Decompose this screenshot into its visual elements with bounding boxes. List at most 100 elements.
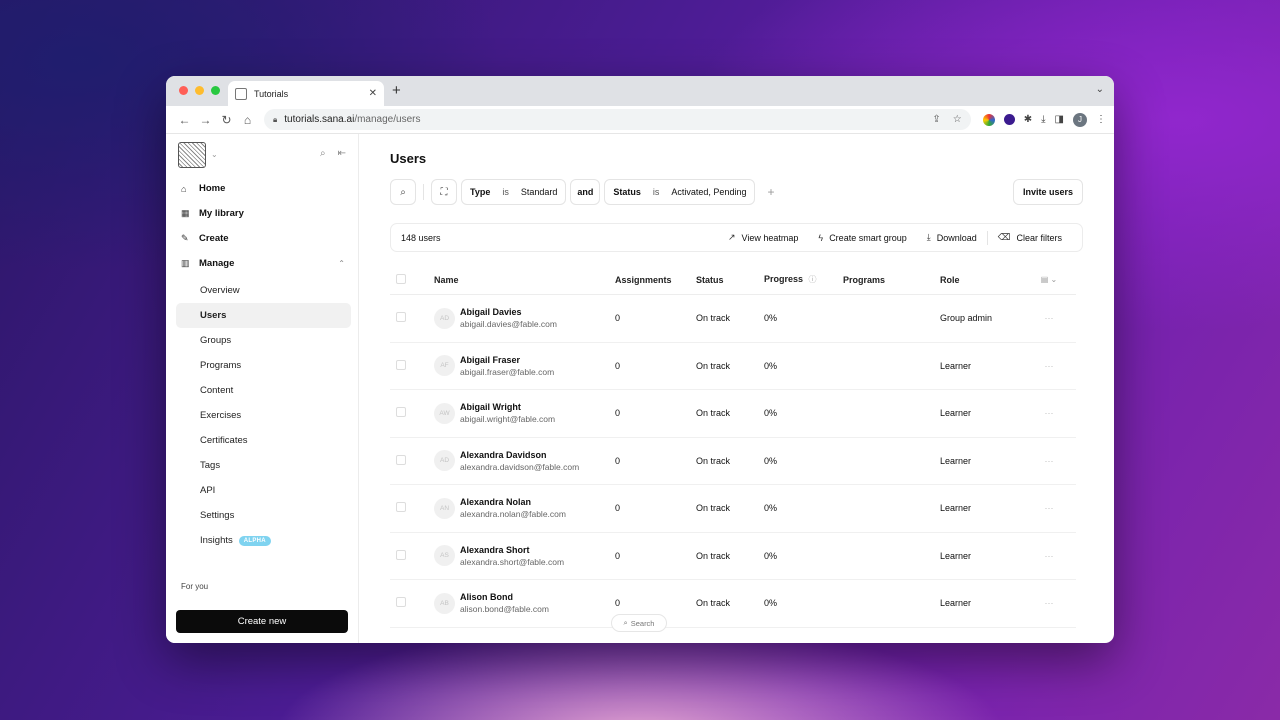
- minimize-window-button[interactable]: [195, 86, 204, 95]
- window-controls: [179, 86, 220, 95]
- extension-icon[interactable]: [1003, 114, 1015, 125]
- column-header-progress[interactable]: Progress ⓘ: [764, 274, 843, 285]
- create-new-button[interactable]: Create new: [176, 610, 348, 633]
- puzzle-icon[interactable]: ✱: [1024, 114, 1032, 125]
- sidebar-item-home[interactable]: ⌂ Home: [176, 176, 351, 201]
- sidebar-item-create[interactable]: ✎ Create: [176, 226, 351, 251]
- download-button[interactable]: ⤓ Download: [917, 232, 987, 243]
- sidebar-item-programs[interactable]: Programs: [176, 353, 351, 378]
- extension-icon[interactable]: [982, 113, 995, 126]
- share-icon[interactable]: ⇪: [932, 114, 940, 125]
- sidebar-item-insights[interactable]: Insights ALPHA: [176, 528, 351, 553]
- row-more-icon[interactable]: ···: [1024, 598, 1074, 608]
- home-button[interactable]: ⌂: [237, 113, 258, 127]
- search-pill[interactable]: ⌕ Search: [611, 614, 667, 632]
- sidebar-item-certificates[interactable]: Certificates: [176, 428, 351, 453]
- column-header-assignments[interactable]: Assignments: [615, 275, 696, 285]
- column-header-programs[interactable]: Programs: [843, 275, 940, 285]
- sidebar-item-exercises[interactable]: Exercises: [176, 403, 351, 428]
- tab-search-chevron-icon[interactable]: ⌄: [1096, 84, 1104, 95]
- filter-conjunction[interactable]: and: [570, 179, 601, 205]
- user-name[interactable]: Alexandra Nolan: [460, 496, 566, 508]
- sidebar-item-settings[interactable]: Settings: [176, 503, 351, 528]
- table-row[interactable]: AD Alexandra Davidson alexandra.davidson…: [390, 438, 1076, 485]
- sidebar-item-my-library[interactable]: ▦ My library: [176, 201, 351, 226]
- search-button[interactable]: ⌕: [390, 179, 416, 205]
- profile-avatar[interactable]: J: [1073, 112, 1087, 127]
- row-checkbox[interactable]: [396, 359, 406, 370]
- search-icon[interactable]: ⌕: [320, 148, 326, 159]
- row-more-icon[interactable]: ···: [1024, 551, 1074, 561]
- column-header-role[interactable]: Role: [940, 275, 1024, 285]
- progress-cell: 0%: [764, 360, 778, 371]
- info-icon[interactable]: ⓘ: [809, 275, 817, 284]
- clear-filters-button[interactable]: ⌫ Clear filters: [988, 232, 1072, 243]
- status-cell: On track: [696, 360, 731, 371]
- filter-scan-button[interactable]: ⛶: [431, 179, 457, 205]
- progress-cell: 0%: [764, 550, 778, 561]
- browser-toolbar: ← → ↻ ⌂ 🔒︎ tutorials.sana.ai /manage/use…: [166, 106, 1114, 134]
- row-more-icon[interactable]: ···: [1024, 313, 1074, 323]
- table-row[interactable]: AD Abigail Davies abigail.davies@fable.c…: [390, 295, 1076, 343]
- status-cell: On track: [696, 408, 731, 419]
- maximize-window-button[interactable]: [211, 86, 220, 95]
- column-header-status[interactable]: Status: [696, 275, 764, 285]
- user-name[interactable]: Abigail Davies: [460, 306, 557, 318]
- forward-button[interactable]: →: [195, 113, 216, 127]
- sidebar-item-overview[interactable]: Overview: [176, 278, 351, 303]
- column-header-name[interactable]: Name: [434, 275, 615, 285]
- view-heatmap-button[interactable]: ↗ View heatmap: [718, 232, 808, 243]
- sidebar-item-content[interactable]: Content: [176, 378, 351, 403]
- table-row[interactable]: AF Abigail Fraser abigail.fraser@fable.c…: [390, 343, 1076, 390]
- close-window-button[interactable]: [179, 86, 188, 95]
- filter-chip-type[interactable]: Type is Standard: [461, 179, 567, 205]
- back-button[interactable]: ←: [174, 113, 195, 127]
- sidebar-item-groups[interactable]: Groups: [176, 328, 351, 353]
- collapse-sidebar-icon[interactable]: ⇤: [338, 148, 346, 159]
- sidebar-item-api[interactable]: API: [176, 478, 351, 503]
- download-icon[interactable]: ⤓: [1041, 114, 1045, 125]
- user-name[interactable]: Abigail Wright: [460, 401, 555, 413]
- action-label: Download: [936, 232, 977, 243]
- row-more-icon[interactable]: ···: [1024, 456, 1074, 466]
- column-settings-icon[interactable]: ▤ ⌄: [1024, 275, 1074, 284]
- row-more-icon[interactable]: ···: [1024, 361, 1074, 371]
- logo[interactable]: [178, 142, 206, 168]
- browser-tab[interactable]: Tutorials ✕: [228, 81, 384, 106]
- table-row[interactable]: AW Abigail Wright abigail.wright@fable.c…: [390, 390, 1076, 438]
- create-smart-group-button[interactable]: ϟ Create smart group: [808, 233, 916, 243]
- menu-kebab-icon[interactable]: ⋮: [1096, 114, 1106, 125]
- row-more-icon[interactable]: ···: [1024, 408, 1074, 418]
- add-filter-icon[interactable]: +: [767, 185, 774, 199]
- table-row[interactable]: AS Alexandra Short alexandra.short@fable…: [390, 533, 1076, 580]
- user-name[interactable]: Abigail Fraser: [460, 354, 554, 366]
- table-row[interactable]: AB Alison Bond alison.bond@fable.com 0 O…: [390, 580, 1076, 628]
- user-name[interactable]: Alexandra Davidson: [460, 449, 579, 461]
- row-more-icon[interactable]: ···: [1024, 503, 1074, 513]
- sidebar-item-manage[interactable]: ▥ Manage ⌃: [176, 251, 351, 276]
- table-row[interactable]: AN Alexandra Nolan alexandra.nolan@fable…: [390, 485, 1076, 533]
- address-bar[interactable]: 🔒︎ tutorials.sana.ai /manage/users ⇪ ☆: [264, 109, 971, 130]
- column-header-label: Progress: [764, 274, 804, 284]
- reload-button[interactable]: ↻: [216, 113, 237, 127]
- row-checkbox[interactable]: [396, 597, 406, 608]
- action-label: Clear filters: [1016, 232, 1062, 243]
- select-all-checkbox[interactable]: [396, 273, 406, 284]
- row-checkbox[interactable]: [396, 549, 406, 560]
- chevron-down-icon[interactable]: ⌄: [211, 150, 218, 159]
- new-tab-button[interactable]: +: [392, 82, 401, 99]
- sidebar-item-users[interactable]: Users: [176, 303, 351, 328]
- side-panel-icon[interactable]: ◨: [1055, 114, 1064, 125]
- row-checkbox[interactable]: [396, 502, 406, 513]
- close-tab-icon[interactable]: ✕: [369, 88, 377, 99]
- progress-cell: 0%: [764, 455, 778, 466]
- row-checkbox[interactable]: [396, 454, 406, 465]
- bookmark-star-icon[interactable]: ☆: [953, 114, 962, 125]
- invite-users-button[interactable]: Invite users: [1012, 179, 1083, 205]
- row-checkbox[interactable]: [396, 407, 406, 418]
- row-checkbox[interactable]: [396, 312, 406, 323]
- sidebar-item-tags[interactable]: Tags: [176, 453, 351, 478]
- user-name[interactable]: Alexandra Short: [460, 544, 564, 556]
- filter-chip-status[interactable]: Status is Activated, Pending: [604, 179, 756, 205]
- user-name[interactable]: Alison Bond: [460, 591, 549, 603]
